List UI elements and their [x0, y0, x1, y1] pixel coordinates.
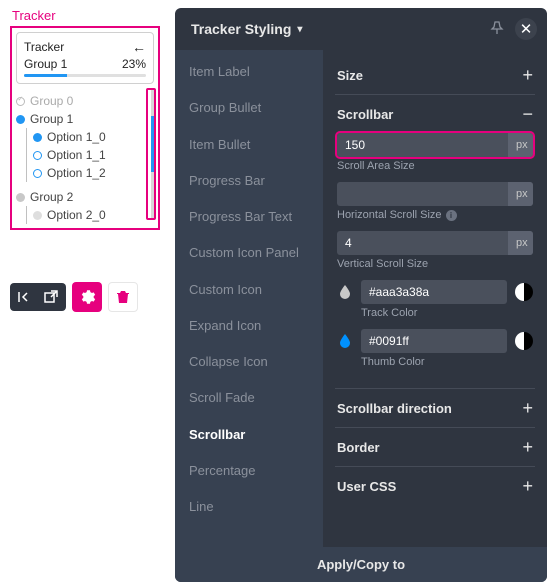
collapse-icon[interactable]: [16, 288, 34, 306]
tree-item[interactable]: Option 1_2: [47, 166, 106, 180]
styling-panel: Tracker Styling ▾ ✕ Item Label Group Bul…: [175, 8, 547, 582]
panel-title-text: Tracker Styling: [191, 21, 291, 37]
bullet-icon: [33, 211, 42, 220]
thumb-color-input[interactable]: [361, 329, 507, 353]
check-icon: [16, 97, 25, 106]
plus-icon: +: [522, 438, 533, 456]
section-border[interactable]: Border +: [337, 438, 533, 456]
content: Size + Scrollbar − px Scroll Area Size: [323, 50, 547, 547]
bullet-icon: [16, 115, 25, 124]
drop-icon: [337, 284, 353, 300]
tracker-name: Tracker: [24, 40, 64, 54]
bullet-icon: [33, 133, 42, 142]
contrast-icon[interactable]: [515, 283, 533, 301]
chevron-down-icon: ▾: [297, 24, 302, 35]
sidebar: Item Label Group Bullet Item Bullet Prog…: [175, 50, 323, 547]
bullet-icon: [33, 169, 42, 178]
sidebar-item-custom-icon-panel[interactable]: Custom Icon Panel: [175, 235, 323, 271]
sidebar-item-progress-bar-text[interactable]: Progress Bar Text: [175, 199, 323, 235]
unit-label: px: [508, 182, 533, 206]
contrast-icon[interactable]: [515, 332, 533, 350]
bullet-icon: [16, 193, 25, 202]
section-scrollbar[interactable]: Scrollbar −: [337, 105, 533, 123]
scroll-area-size-input[interactable]: [337, 133, 508, 157]
section-scrollbar-direction[interactable]: Scrollbar direction +: [337, 399, 533, 417]
bullet-icon: [33, 151, 42, 160]
drop-icon: [337, 333, 353, 349]
tree-item[interactable]: Group 2: [30, 190, 73, 204]
section-label: User CSS: [337, 479, 396, 494]
preview-box: Tracker ← Group 1 23% Group 0 Group 1 Op…: [10, 26, 160, 230]
group-label: Group 1: [24, 57, 67, 71]
sidebar-item-group-bullet[interactable]: Group Bullet: [175, 90, 323, 126]
sidebar-item-scrollbar[interactable]: Scrollbar: [175, 417, 323, 453]
sidebar-item-item-label[interactable]: Item Label: [175, 54, 323, 90]
sidebar-item-item-bullet[interactable]: Item Bullet: [175, 127, 323, 163]
scrollbar-highlight: [146, 88, 156, 220]
close-icon[interactable]: ✕: [515, 18, 537, 40]
field-label: Scroll Area Size: [337, 160, 533, 172]
track-color-input[interactable]: [361, 280, 507, 304]
section-label: Scrollbar: [337, 107, 393, 122]
horizontal-scroll-input[interactable]: [337, 182, 508, 206]
sidebar-item-progress-bar[interactable]: Progress Bar: [175, 163, 323, 199]
field-label: Thumb Color: [361, 356, 533, 368]
section-label: Border: [337, 440, 380, 455]
apply-copy-button[interactable]: Apply/Copy to: [175, 547, 547, 582]
progress-bar: [24, 74, 146, 77]
vertical-scroll-input[interactable]: [337, 231, 508, 255]
sidebar-item-custom-icon[interactable]: Custom Icon: [175, 272, 323, 308]
sidebar-item-expand-icon[interactable]: Expand Icon: [175, 308, 323, 344]
tree-item[interactable]: Group 1: [30, 112, 73, 126]
panel-title[interactable]: Tracker Styling ▾: [191, 21, 302, 37]
plus-icon: +: [522, 477, 533, 495]
tracker-tree: Group 0 Group 1 Option 1_0 Option 1_1 Op…: [16, 92, 154, 224]
preview-title: Tracker: [12, 8, 160, 23]
pin-icon[interactable]: [489, 20, 505, 39]
field-label: Horizontal Scroll Sizei: [337, 209, 533, 221]
tree-item[interactable]: Group 0: [30, 94, 73, 108]
unit-label: px: [508, 231, 533, 255]
plus-icon: +: [522, 399, 533, 417]
arrow-left-icon[interactable]: ←: [132, 39, 146, 55]
tree-item[interactable]: Option 1_0: [47, 130, 106, 144]
percent-label: 23%: [122, 57, 146, 71]
trash-icon[interactable]: [108, 282, 138, 312]
unit-label: px: [508, 133, 533, 157]
section-user-css[interactable]: User CSS +: [337, 477, 533, 495]
sidebar-item-line[interactable]: Line: [175, 489, 323, 525]
section-label: Scrollbar direction: [337, 401, 452, 416]
sidebar-item-collapse-icon[interactable]: Collapse Icon: [175, 344, 323, 380]
tree-item[interactable]: Option 1_1: [47, 148, 106, 162]
field-label: Track Color: [361, 307, 533, 319]
gear-icon[interactable]: [72, 282, 102, 312]
section-label: Size: [337, 68, 363, 83]
plus-icon: +: [522, 66, 533, 84]
tracker-card: Tracker ← Group 1 23%: [16, 32, 154, 84]
tree-item[interactable]: Option 2_0: [47, 208, 106, 222]
info-icon[interactable]: i: [446, 210, 457, 221]
popout-icon[interactable]: [42, 288, 60, 306]
sidebar-item-percentage[interactable]: Percentage: [175, 453, 323, 489]
field-label: Vertical Scroll Size: [337, 258, 533, 270]
sidebar-item-scroll-fade[interactable]: Scroll Fade: [175, 380, 323, 416]
minus-icon: −: [522, 105, 533, 123]
toolbar-dark: [10, 283, 66, 311]
section-size[interactable]: Size +: [337, 66, 533, 84]
